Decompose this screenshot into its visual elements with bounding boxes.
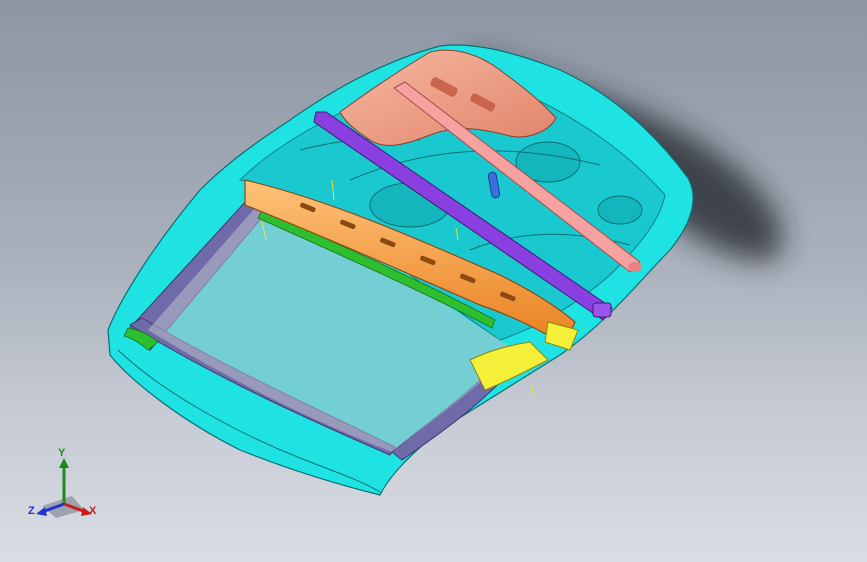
reference-line xyxy=(531,384,535,401)
axis-triad: Y X Z xyxy=(26,448,106,528)
axis-x-label: X xyxy=(89,505,97,517)
tailgate-3d-model[interactable] xyxy=(0,0,867,562)
cross-bar-end-cap xyxy=(592,302,612,318)
graphics-viewport[interactable]: Y X Z xyxy=(0,0,867,562)
axis-z-label: Z xyxy=(28,505,35,517)
tube-bar-end xyxy=(628,262,642,272)
axis-y-label: Y xyxy=(58,447,66,459)
panel-recess xyxy=(597,195,643,225)
